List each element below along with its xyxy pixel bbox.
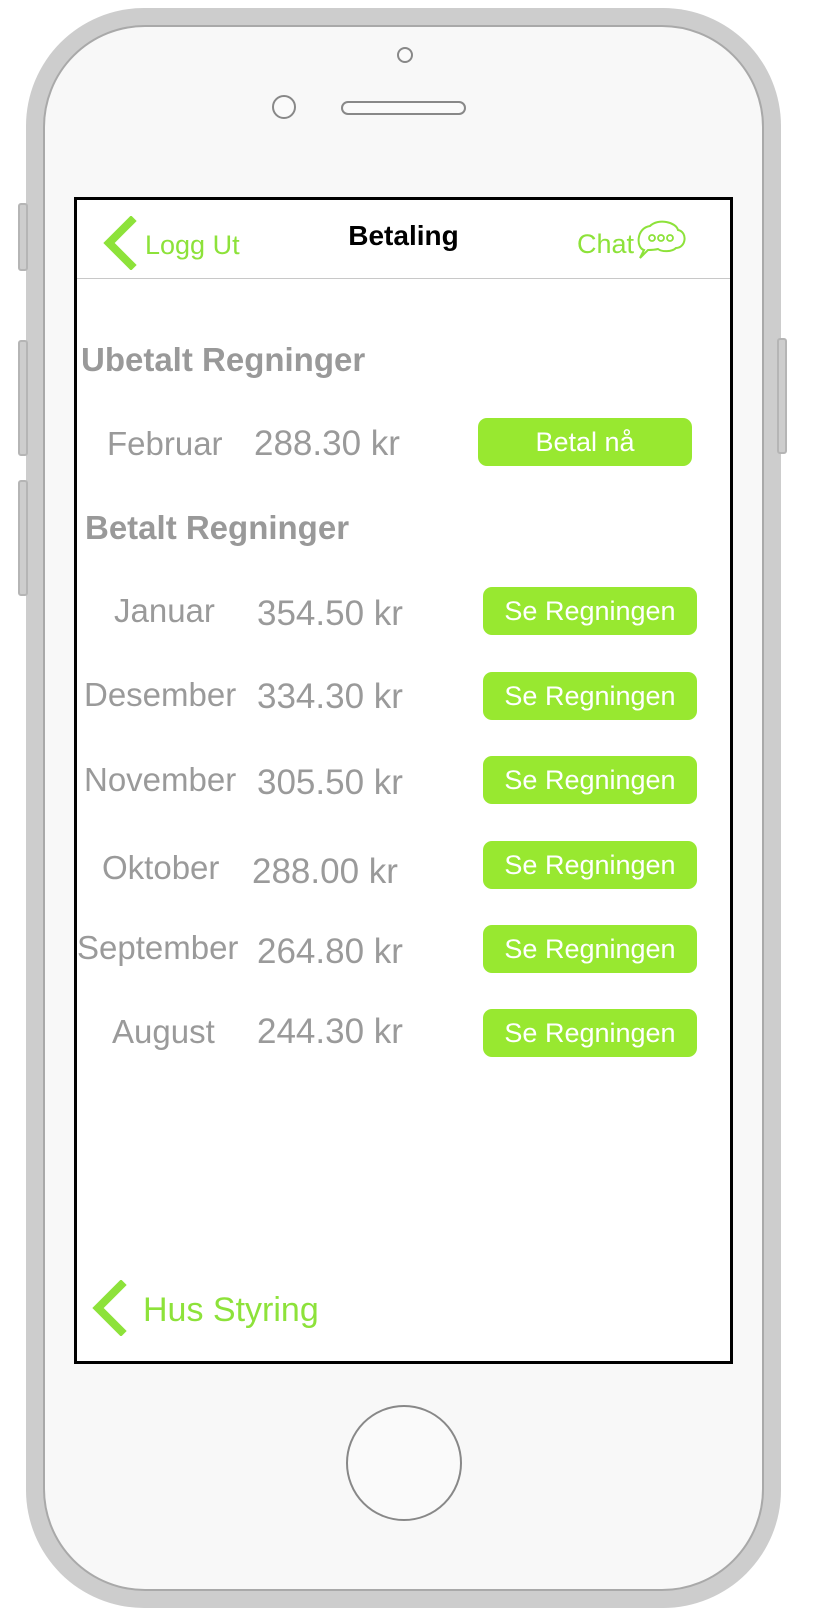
view-bill-button[interactable]: Se Regningen xyxy=(483,587,697,635)
home-button[interactable] xyxy=(346,1405,462,1521)
house-control-back-button[interactable]: Hus Styring xyxy=(89,1279,319,1341)
front-camera xyxy=(272,95,296,119)
paid-month: November xyxy=(84,761,237,798)
paid-heading: Betalt Regninger xyxy=(85,509,350,546)
navigation-bar: Logg Ut Betaling Chat xyxy=(77,200,730,279)
unpaid-amount: 288.30 kr xyxy=(254,424,400,463)
proximity-sensor xyxy=(397,47,413,63)
view-bill-button[interactable]: Se Regningen xyxy=(483,925,697,973)
paid-month: September xyxy=(77,929,239,966)
volume-up-button xyxy=(18,340,28,456)
paid-month: Oktober xyxy=(102,849,220,886)
view-bill-button[interactable]: Se Regningen xyxy=(483,1009,697,1057)
view-bill-button[interactable]: Se Regningen xyxy=(483,756,697,804)
paid-amount: 264.80 kr xyxy=(257,932,403,971)
view-bill-button[interactable]: Se Regningen xyxy=(483,672,697,720)
chevron-left-icon xyxy=(89,1279,129,1341)
paid-amount: 354.50 kr xyxy=(257,594,403,633)
unpaid-month: Februar xyxy=(107,425,223,462)
paid-month: Desember xyxy=(84,676,237,713)
chat-bubble-icon xyxy=(634,220,688,269)
view-bill-button[interactable]: Se Regningen xyxy=(483,841,697,889)
paid-month: Januar xyxy=(114,592,215,629)
house-control-label: Hus Styring xyxy=(143,1291,319,1329)
chat-button[interactable]: Chat xyxy=(577,220,688,269)
paid-amount: 334.30 kr xyxy=(257,677,403,716)
volume-down-button xyxy=(18,480,28,596)
app-screen: Logg Ut Betaling Chat Ubetalt Regninger … xyxy=(74,197,733,1364)
pay-now-button[interactable]: Betal nå xyxy=(478,418,692,466)
power-button xyxy=(777,338,787,454)
earpiece-speaker xyxy=(341,101,466,115)
mute-switch xyxy=(18,203,28,271)
chat-label: Chat xyxy=(577,229,635,259)
paid-amount: 288.00 kr xyxy=(252,852,398,891)
paid-month: August xyxy=(112,1013,215,1050)
paid-amount: 244.30 kr xyxy=(257,1012,403,1051)
unpaid-heading: Ubetalt Regninger xyxy=(81,341,366,378)
paid-amount: 305.50 kr xyxy=(257,763,403,802)
